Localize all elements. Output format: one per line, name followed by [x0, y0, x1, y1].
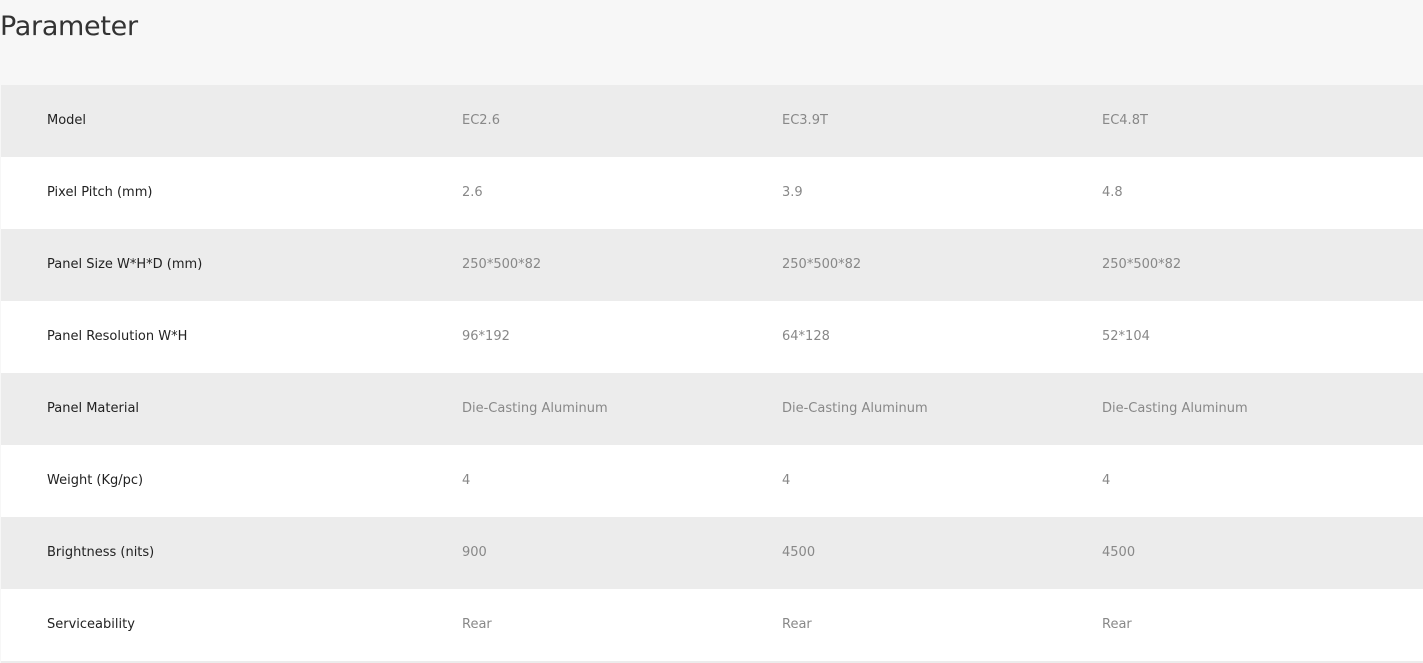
row-value: Rear	[462, 617, 492, 632]
row-value: 250*500*82	[782, 257, 862, 272]
row-value: 250*500*82	[462, 257, 542, 272]
page-title: Parameter	[0, 11, 138, 42]
table-row: Serviceability Rear Rear Rear	[1, 589, 1423, 661]
row-value: EC2.6	[462, 113, 500, 128]
row-value: Rear	[1102, 617, 1132, 632]
row-value: 250*500*82	[1102, 257, 1182, 272]
row-value: Die-Casting Aluminum	[1102, 401, 1248, 416]
row-value: EC3.9T	[782, 113, 828, 128]
table-row: Model EC2.6 EC3.9T EC4.8T	[1, 85, 1423, 157]
row-value: 4500	[1102, 545, 1136, 560]
row-label: Serviceability	[47, 617, 135, 632]
page: Parameter Model EC2.6 EC3.9T EC4.8T Pixe…	[0, 0, 1423, 663]
table-row: Panel Material Die-Casting Aluminum Die-…	[1, 373, 1423, 445]
row-value: 900	[462, 545, 487, 560]
table-row: Weight (Kg/pc) 4 4 4	[1, 445, 1423, 517]
row-value: Die-Casting Aluminum	[782, 401, 928, 416]
row-value: 96*192	[462, 329, 510, 344]
row-value: 3.9	[782, 185, 803, 200]
row-value: 64*128	[782, 329, 830, 344]
row-value: Die-Casting Aluminum	[462, 401, 608, 416]
row-value: 4500	[782, 545, 816, 560]
row-label: Panel Size W*H*D (mm)	[47, 257, 203, 272]
row-value: 4	[462, 473, 471, 488]
row-value: 4.8	[1102, 185, 1123, 200]
row-value: 52*104	[1102, 329, 1150, 344]
row-value: 4	[782, 473, 791, 488]
row-value: 4	[1102, 473, 1111, 488]
table-row: Panel Resolution W*H 96*192 64*128 52*10…	[1, 301, 1423, 373]
row-label: Brightness (nits)	[47, 545, 155, 560]
row-value: EC4.8T	[1102, 113, 1148, 128]
spec-table: Model EC2.6 EC3.9T EC4.8T Pixel Pitch (m…	[1, 85, 1423, 661]
table-row: Brightness (nits) 900 4500 4500	[1, 517, 1423, 589]
row-label: Model	[47, 113, 87, 128]
row-label: Pixel Pitch (mm)	[47, 185, 153, 200]
row-label: Panel Material	[47, 401, 140, 416]
row-label: Weight (Kg/pc)	[47, 473, 144, 488]
table-row: Pixel Pitch (mm) 2.6 3.9 4.8	[1, 157, 1423, 229]
row-value: 2.6	[462, 185, 483, 200]
row-label: Panel Resolution W*H	[47, 329, 188, 344]
row-value: Rear	[782, 617, 812, 632]
table-row: Panel Size W*H*D (mm) 250*500*82 250*500…	[1, 229, 1423, 301]
